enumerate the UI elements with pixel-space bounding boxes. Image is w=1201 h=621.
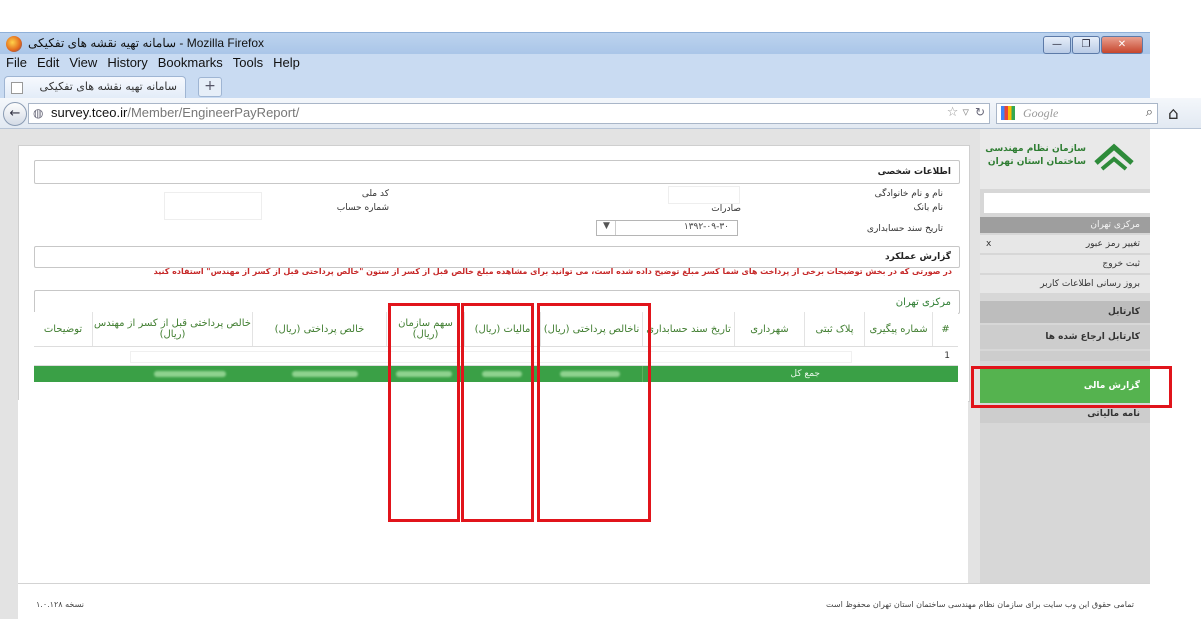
search-placeholder: Google (1023, 106, 1059, 120)
org-logo-area: سازمان نظام مهندسی ساختمان استان تهران (980, 129, 1150, 189)
sidebar-cartable[interactable]: کارتابل (980, 301, 1150, 323)
fullname-label: نام و نام خانوادگی (874, 189, 943, 199)
sidebar: سازمان نظام مهندسی ساختمان استان تهران م… (980, 129, 1150, 583)
report-title: گزارش عملکرد (885, 252, 951, 262)
tab-label: سامانه تهیه نقشه های تفکیکی (39, 80, 177, 93)
doc-date-value: ۱۳۹۲-۰۹-۳۰ (683, 222, 729, 232)
tab-current[interactable]: سامانه تهیه نقشه های تفکیکی (4, 76, 186, 98)
bank-value: صادرات (711, 204, 741, 214)
menu-view[interactable]: View (69, 54, 97, 72)
url-bar[interactable]: ◍ survey.tceo.ir/Member/EngineerPayRepor… (28, 103, 990, 124)
personal-info-header: اطلاعات شخصی (34, 160, 960, 184)
sidebar-change-password[interactable]: تغییر رمز عبور x (980, 235, 1150, 253)
highlight-tax-column (461, 303, 534, 522)
col-description: توضیحات (43, 323, 83, 335)
change-password-label: تغییر رمز عبور (1085, 239, 1140, 249)
navigation-bar: ← ◍ survey.tceo.ir/Member/EngineerPayRep… (0, 98, 1201, 129)
org-name-1: سازمان نظام مهندسی (985, 144, 1086, 154)
col-plot-number: پلاک ثبتی (804, 312, 864, 346)
row-index: 1 (944, 351, 950, 361)
total-net-value (292, 371, 358, 377)
menu-history[interactable]: History (107, 54, 147, 72)
col-index: # (932, 312, 958, 346)
doc-date-select[interactable]: ▼ ۱۳۹۲-۰۹-۳۰ (596, 220, 738, 236)
home-icon[interactable]: ⌂ (1168, 104, 1179, 124)
bank-label: نام بانک (913, 203, 944, 213)
national-code-value (164, 192, 262, 220)
select-divider (615, 221, 616, 235)
new-tab-button[interactable]: + (198, 77, 222, 97)
tab-favicon-icon (11, 82, 23, 94)
menu-bar: File Edit View History Bookmarks Tools Help (0, 54, 1150, 72)
menu-bookmarks[interactable]: Bookmarks (158, 54, 223, 72)
maximize-button[interactable]: ❐ (1072, 36, 1100, 54)
region-title: مرکزی تهران (895, 297, 951, 308)
url-text: survey.tceo.ir/Member/EngineerPayReport/ (51, 105, 300, 120)
highlight-financial-report (971, 366, 1172, 408)
col-net-before-deduction: خالص پرداختی قبل از کسر از مهندس (ریال) (92, 312, 252, 346)
sidebar-region: مرکزی تهران (980, 217, 1150, 233)
col-doc-date: تاریخ سند حسابداری (642, 312, 734, 346)
doc-date-label: تاریخ سند حسابداری (866, 224, 943, 234)
window-title: سامانه تهیه نقشه های تفکیکی - Mozilla Fi… (28, 36, 265, 50)
close-icon[interactable]: x (986, 235, 991, 253)
tab-bar: سامانه تهیه نقشه های تفکیکی + (0, 72, 1150, 98)
fullname-value (668, 186, 740, 204)
reload-icon[interactable]: ↻ (975, 105, 985, 119)
footer-version: نسخه ۱.۰.۱۲۸ (36, 600, 84, 609)
col-municipality: شهرداری (734, 312, 804, 346)
col-net-payment: خالص پرداختی (ریال) (252, 312, 386, 346)
sidebar-update-info[interactable]: بروز رسانی اطلاعات کاربر (980, 275, 1150, 293)
menu-help[interactable]: Help (273, 54, 300, 72)
report-notice-text: در صورتی که در بخش توضیحات برخی از پرداخ… (153, 267, 952, 276)
account-label: شماره حساب (336, 203, 389, 213)
org-logo-icon (1092, 137, 1136, 177)
footer-copyright: تمامی حقوق این وب سایت برای سازمان نظام … (826, 600, 1134, 609)
sidebar-logout[interactable]: ثبت خروج (980, 255, 1150, 273)
search-bar[interactable]: Google ⌕ (996, 103, 1158, 124)
sidebar-item-hidden[interactable] (980, 351, 1150, 361)
national-code-label: کد ملی (361, 189, 389, 199)
search-icon[interactable]: ⌕ (1146, 105, 1153, 120)
google-icon (1001, 106, 1015, 120)
chevron-down-icon: ▼ (603, 221, 610, 231)
highlight-gross-column (537, 303, 651, 522)
menu-edit[interactable]: Edit (37, 54, 59, 72)
col-tracking-number: شماره پیگیری (864, 312, 932, 346)
total-net-before-value (154, 371, 226, 377)
minimize-button[interactable]: — (1043, 36, 1071, 54)
back-button[interactable]: ← (3, 102, 27, 126)
personal-info-title: اطلاعات شخصی (877, 167, 951, 177)
window-titlebar[interactable]: سامانه تهیه نقشه های تفکیکی - Mozilla Fi… (0, 32, 1150, 55)
close-button[interactable]: ✕ (1101, 36, 1143, 54)
menu-tools[interactable]: Tools (233, 54, 263, 72)
sidebar-blank-field (984, 193, 1150, 213)
globe-icon: ◍ (33, 106, 44, 120)
firefox-logo-icon (6, 36, 22, 52)
sidebar-referred-cartable[interactable]: کارتابل ارجاع شده ها (980, 325, 1150, 349)
menu-file[interactable]: File (6, 54, 27, 72)
page-footer: تمامی حقوق این وب سایت برای سازمان نظام … (18, 583, 1150, 620)
bookmark-star-icon[interactable]: ☆ ▿ (947, 105, 969, 120)
report-header: گزارش عملکرد (34, 246, 960, 268)
report-notice: در صورتی که در بخش توضیحات برخی از پرداخ… (34, 267, 958, 279)
org-name-2: ساختمان استان تهران (987, 157, 1086, 167)
highlight-org-share-column (388, 303, 460, 522)
total-label: جمع کل (790, 369, 820, 379)
